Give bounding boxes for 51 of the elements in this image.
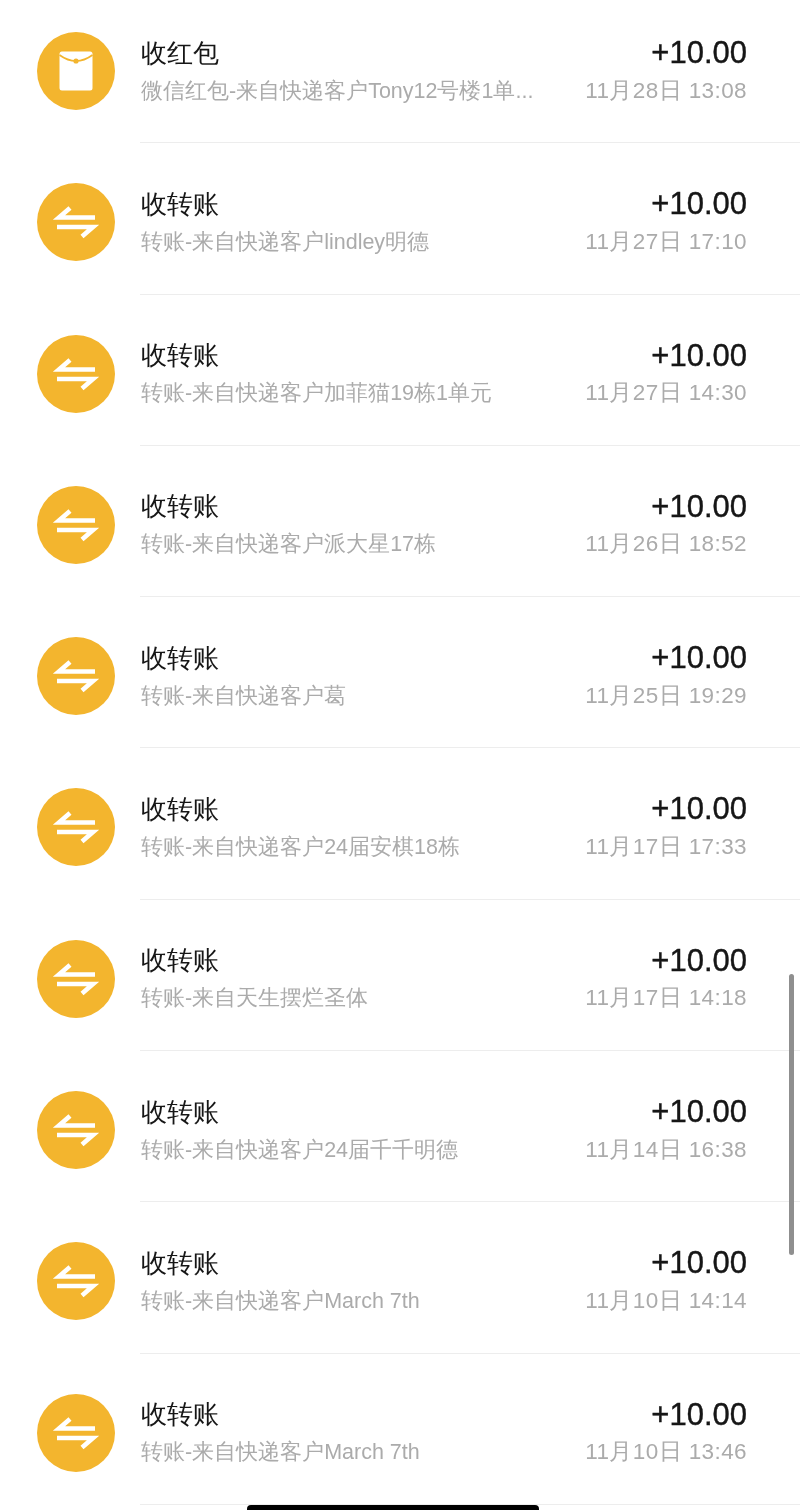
transfer-arrows-icon	[37, 183, 115, 262]
transaction-title: 收转账	[141, 339, 219, 373]
transaction-time: 11月27日 14:30	[585, 379, 747, 408]
transaction-description: 转账-来自快递客户March 7th	[141, 1287, 420, 1315]
transaction-time: 11月17日 14:18	[585, 984, 747, 1013]
transaction-time: 11月27日 17:10	[585, 227, 747, 256]
transfer-arrows-icon	[37, 788, 115, 867]
transaction-description: 转账-来自快递客户lindley明德	[141, 228, 430, 256]
transfer-arrows-icon	[37, 1091, 115, 1170]
transaction-title: 收红包	[141, 36, 219, 70]
transaction-amount: +10.00	[651, 1094, 747, 1131]
transaction-description: 微信红包-来自快递客户Tony12号楼1单...	[141, 77, 534, 105]
transaction-amount: +10.00	[651, 1245, 747, 1282]
transaction-time: 11月10日 14:14	[585, 1286, 747, 1315]
transfer-arrows-icon	[37, 1242, 115, 1321]
transfer-arrows-icon	[37, 485, 115, 564]
transaction-description: 转账-来自快递客户March 7th	[141, 1439, 420, 1467]
transaction-time: 11月14日 16:38	[585, 1135, 747, 1164]
transaction-title: 收转账	[141, 793, 219, 826]
transaction-description: 转账-来自天生摆烂圣体	[141, 985, 369, 1013]
transaction-description: 转账-来自快递客户24届千千明德	[141, 1136, 459, 1164]
transaction-title: 收转账	[141, 641, 219, 675]
transaction-time: 11月17日 17:33	[585, 833, 747, 861]
transaction-description: 转账-来自快递客户加菲猫19栋1单元	[141, 380, 493, 408]
transfer-arrows-icon	[37, 334, 115, 413]
transaction-time: 11月10日 13:46	[585, 1438, 747, 1467]
transfer-arrows-icon	[37, 637, 115, 716]
transaction-title: 收转账	[141, 187, 219, 221]
transfer-arrows-icon	[37, 1393, 115, 1472]
transaction-title: 收转账	[141, 1398, 219, 1432]
transaction-amount: +10.00	[651, 791, 747, 828]
transaction-time: 11月25日 19:29	[585, 681, 747, 710]
transaction-title: 收转账	[141, 490, 219, 524]
transaction-amount: +10.00	[651, 488, 747, 525]
transaction-title: 收转账	[141, 1095, 219, 1129]
transaction-amount: +10.00	[651, 35, 747, 71]
transaction-title: 收转账	[141, 1246, 219, 1280]
transaction-time: 11月28日 13:08	[585, 76, 747, 105]
transaction-title: 收转账	[141, 944, 219, 978]
transaction-amount: +10.00	[651, 640, 747, 677]
transaction-amount: +10.00	[651, 942, 747, 979]
transaction-amount: +10.00	[651, 186, 747, 223]
transfer-arrows-icon	[37, 939, 115, 1018]
scrollbar-thumb[interactable]	[789, 974, 794, 1255]
envelope-icon	[37, 32, 115, 110]
transaction-amount: +10.00	[651, 1396, 747, 1433]
transaction-description: 转账-来自快递客户派大星17栋	[141, 531, 437, 559]
transaction-amount: +10.00	[651, 337, 747, 374]
transaction-description: 转账-来自快递客户葛	[141, 682, 347, 710]
transaction-time: 11月26日 18:52	[585, 530, 747, 559]
transaction-description: 转账-来自快递客户24届安棋18栋	[141, 834, 460, 861]
